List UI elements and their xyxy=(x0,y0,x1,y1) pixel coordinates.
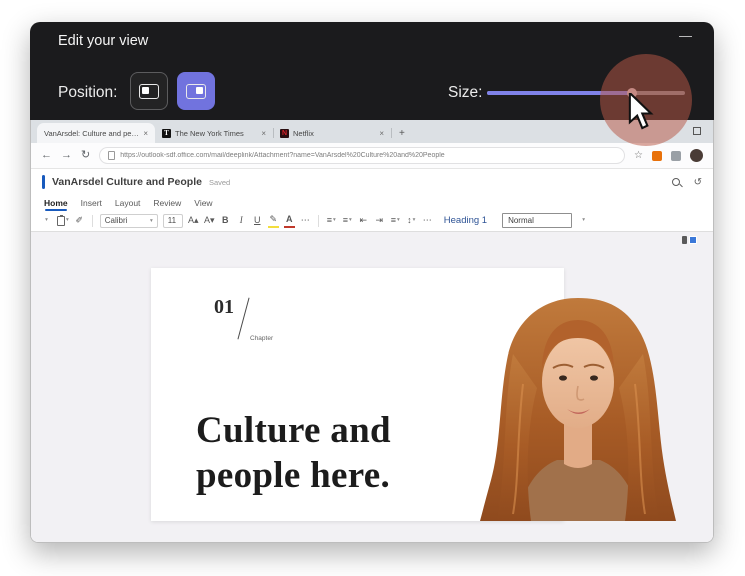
search-icon[interactable] xyxy=(672,178,680,186)
browser-menu-icon[interactable] xyxy=(671,151,681,161)
forward-icon[interactable]: → xyxy=(61,150,72,161)
position-left-icon xyxy=(139,84,159,99)
chapter-number: 01 xyxy=(214,296,234,319)
tab-close-icon[interactable]: × xyxy=(379,129,384,138)
heading-line-1: Culture and xyxy=(196,408,391,453)
style-heading1-button[interactable]: Heading 1 xyxy=(444,215,487,226)
paste-button[interactable]: ▾ xyxy=(57,213,69,228)
word-logo-bar xyxy=(42,175,45,189)
tab-close-icon[interactable]: × xyxy=(261,129,266,138)
screen: Edit your view — Position: Size: VanArsd… xyxy=(0,0,745,576)
mouse-cursor xyxy=(628,93,658,131)
tab-home[interactable]: Home xyxy=(44,198,68,208)
highlight-button[interactable]: ✎ xyxy=(268,213,279,228)
underline-button[interactable]: U xyxy=(252,213,263,228)
browser-tab-nyt[interactable]: T The New York Times × xyxy=(155,123,273,143)
italic-button[interactable]: I xyxy=(236,213,247,228)
bullet-list-button[interactable]: ≡▾ xyxy=(342,213,353,228)
profile-avatar[interactable] xyxy=(690,149,703,162)
shrink-font-button[interactable]: A▾ xyxy=(204,213,215,228)
netflix-favicon: N xyxy=(280,129,289,138)
indent-button[interactable]: ⇥ xyxy=(374,213,385,228)
tab-title: Netflix xyxy=(293,129,375,138)
heading-line-2: people here. xyxy=(196,453,391,498)
document-canvas: 01 Chapter Culture and people here. xyxy=(31,232,713,543)
minimize-button[interactable]: — xyxy=(679,28,692,43)
extension-icon[interactable] xyxy=(652,151,662,161)
bookmark-star-icon[interactable]: ☆ xyxy=(634,150,643,161)
maximize-icon[interactable] xyxy=(693,127,701,135)
word-header: VanArsdel Culture and People Saved ↺ xyxy=(31,169,713,195)
url-text: https://outlook-sdf.office.com/mail/deep… xyxy=(120,152,616,159)
collaborator-badge xyxy=(689,236,697,244)
browser-addressbar: ← → ↻ https://outlook-sdf.office.com/mai… xyxy=(31,143,713,169)
tab-title: The New York Times xyxy=(175,129,257,138)
clipboard-icon xyxy=(57,216,65,226)
position-right-button[interactable] xyxy=(177,72,215,110)
document-heading: Culture and people here. xyxy=(196,408,391,498)
font-name-value: Calibri xyxy=(105,216,128,225)
browser-tab-netflix[interactable]: N Netflix × xyxy=(273,123,391,143)
position-right-icon xyxy=(186,84,206,99)
numbered-list-button[interactable]: ≡▾ xyxy=(326,213,337,228)
nyt-favicon: T xyxy=(162,129,171,138)
collaborator-icon xyxy=(682,236,687,244)
document-title[interactable]: VanArsdel Culture and People xyxy=(52,176,202,188)
font-name-select[interactable]: Calibri▾ xyxy=(100,214,158,228)
back-icon[interactable]: ← xyxy=(41,150,52,161)
tab-insert[interactable]: Insert xyxy=(81,198,102,208)
paragraph-overflow-button[interactable]: ⋯ xyxy=(422,213,433,228)
grow-font-button[interactable]: A▴ xyxy=(188,213,199,228)
browser-tab-vanarsdel[interactable]: VanArsdel: Culture and peo... × xyxy=(37,123,155,143)
font-color-button[interactable]: A xyxy=(284,213,295,228)
font-size-value: 11 xyxy=(168,216,176,225)
style-select[interactable]: Normal xyxy=(502,213,572,228)
align-button[interactable]: ≡▾ xyxy=(390,213,401,228)
version-history-icon[interactable]: ↺ xyxy=(694,177,702,188)
bold-button[interactable]: B xyxy=(220,213,231,228)
position-left-button[interactable] xyxy=(130,72,168,110)
line-spacing-button[interactable]: ↕▾ xyxy=(406,213,417,228)
outdent-button[interactable]: ⇤ xyxy=(358,213,369,228)
page-info-icon[interactable] xyxy=(108,151,115,160)
tab-close-icon[interactable]: × xyxy=(143,129,148,138)
chapter-block: 01 Chapter xyxy=(214,296,294,351)
tab-title: VanArsdel: Culture and peo... xyxy=(44,129,139,138)
tab-review[interactable]: Review xyxy=(153,198,181,208)
browser-window: VanArsdel: Culture and peo... × T The Ne… xyxy=(30,120,714,543)
url-field[interactable]: https://outlook-sdf.office.com/mail/deep… xyxy=(99,147,625,164)
new-tab-button[interactable]: + xyxy=(399,128,405,139)
tab-view[interactable]: View xyxy=(194,198,212,208)
toolbar-overflow-button[interactable]: ⋯ xyxy=(300,213,311,228)
chapter-label: Chapter xyxy=(250,335,273,342)
style-gallery-chevron[interactable]: ▾ xyxy=(578,213,589,228)
format-painter-button[interactable]: ✐ xyxy=(74,213,85,228)
position-label: Position: xyxy=(58,84,117,102)
save-status: Saved xyxy=(209,178,230,187)
panel-title: Edit your view xyxy=(58,33,148,49)
tab-layout[interactable]: Layout xyxy=(115,198,141,208)
size-label: Size: xyxy=(448,84,482,102)
format-toolbar: ▾ ▾ ✐ Calibri▾ 11 A▴ A▾ B I U ✎ A ⋯ ≡▾ ≡… xyxy=(31,210,713,232)
font-size-select[interactable]: 11 xyxy=(163,214,183,228)
chapter-slash xyxy=(237,298,249,340)
reload-icon[interactable]: ↻ xyxy=(81,150,90,161)
ribbon-collapse-chevron[interactable]: ▾ xyxy=(41,213,52,228)
ribbon-tabs: Home Insert Layout Review View xyxy=(31,195,713,210)
presence-indicator[interactable] xyxy=(682,236,697,244)
woman-photo[interactable] xyxy=(453,294,704,521)
